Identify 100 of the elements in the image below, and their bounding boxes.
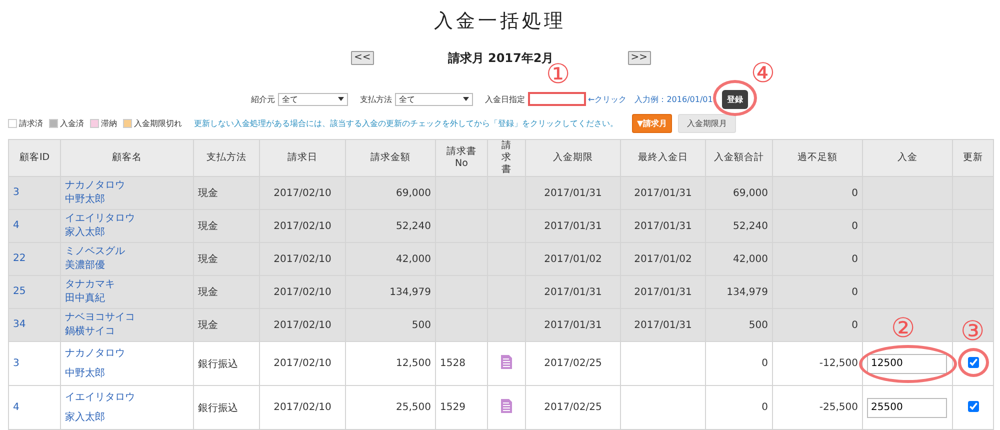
column-header: 過不足額 xyxy=(798,152,838,163)
customer-name-link[interactable]: 家入太郎 xyxy=(65,408,189,428)
column-header: 顧客ID xyxy=(19,152,50,163)
payment-method-text: 現金 xyxy=(198,221,218,232)
balance-text: 0 xyxy=(852,220,858,232)
customer-name-link[interactable]: 中野太郎 xyxy=(65,364,189,384)
payment-date-field[interactable] xyxy=(528,92,586,106)
annotation-number: ③ xyxy=(960,318,985,344)
due-date-text: 2017/01/02 xyxy=(544,254,602,264)
billing-date-text: 2017/02/10 xyxy=(274,402,332,413)
referrer-select[interactable]: 全て xyxy=(278,92,348,106)
customer-kana-link[interactable]: ナカノタロウ xyxy=(65,344,189,364)
customer-name-link[interactable]: 鍋横サイコ xyxy=(65,325,189,339)
billing-date-text: 2017/02/10 xyxy=(274,320,332,330)
billing-date-text: 2017/02/10 xyxy=(274,220,332,232)
billing-amount-text: 134,979 xyxy=(390,286,431,298)
previous-month-button[interactable]: << xyxy=(351,51,374,65)
billing-date-text: 2017/02/10 xyxy=(274,286,332,298)
customer-kana-link[interactable]: ナカノタロウ xyxy=(65,179,189,193)
column-header: 顧客名 xyxy=(112,152,142,163)
payment-method-text: 銀行振込 xyxy=(198,402,238,414)
billing-date-text: 2017/02/10 xyxy=(274,358,332,369)
billing-amount-text: 25,500 xyxy=(396,402,431,413)
due-date-text: 2017/01/31 xyxy=(544,286,602,298)
due-date-text: 2017/01/31 xyxy=(544,320,602,330)
due-date-text: 2017/02/25 xyxy=(544,358,602,369)
customer-name-link[interactable]: 美濃部優 xyxy=(65,259,189,273)
column-header: 入金額合計 xyxy=(714,152,764,163)
billing-date-text: 2017/02/10 xyxy=(274,254,332,264)
paid-total-text: 500 xyxy=(748,320,768,330)
paid-total-text: 52,240 xyxy=(733,220,768,232)
invoice-number-text: 1528 xyxy=(440,358,466,369)
billing-amount-text: 42,000 xyxy=(396,254,431,264)
dropdown-caret-icon xyxy=(338,97,344,101)
column-header: 最終入金日 xyxy=(638,152,688,163)
customer-kana-link[interactable]: イエイリタロウ xyxy=(65,388,189,408)
last-payment-date-text: 2017/01/31 xyxy=(634,286,692,298)
billing-amount-text: 52,240 xyxy=(396,220,431,232)
legend-label: 滞納 xyxy=(101,118,117,128)
column-header: 請求金額 xyxy=(370,152,410,163)
column-header: 支払方法 xyxy=(206,152,246,163)
payment-method-text: 現金 xyxy=(198,254,218,265)
payment-method-select[interactable]: 全て xyxy=(395,92,473,106)
billing-month-label: 請求月 2017年2月 xyxy=(446,50,554,64)
column-header: 請求書 No xyxy=(446,146,476,169)
billing-amount-text: 500 xyxy=(412,320,431,330)
column-header: 入金 xyxy=(898,152,918,163)
filter-label: 支払方法 xyxy=(360,94,392,104)
invoice-number-text: 1529 xyxy=(440,402,466,413)
instruction-text: 更新しない入金処理がある場合には、該当する入金の更新のチェックを外してから「登録」をクリックしてください。 xyxy=(194,118,618,128)
last-payment-date-text: 2017/01/31 xyxy=(634,188,692,198)
sort-tab[interactable]: 入金期限月 xyxy=(678,114,736,132)
customer-name-link[interactable]: 家入太郎 xyxy=(65,226,189,240)
balance-text: 0 xyxy=(852,286,858,298)
customer-kana-link[interactable]: タナカマキ xyxy=(65,278,189,292)
last-payment-date-text: 2017/01/31 xyxy=(634,220,692,232)
customer-kana-link[interactable]: ミノベスグル xyxy=(65,245,189,259)
document-icon[interactable] xyxy=(501,399,512,413)
column-header: 更新 xyxy=(963,152,983,163)
click-hint-link[interactable]: ←クリック xyxy=(588,94,627,104)
payment-amount-field[interactable]: 25500 xyxy=(867,398,947,418)
paid-total-text: 69,000 xyxy=(733,188,768,198)
next-month-button[interactable]: >> xyxy=(628,51,651,65)
paid-total-text: 42,000 xyxy=(733,254,768,264)
due-date-text: 2017/01/31 xyxy=(544,220,602,232)
customer-kana-link[interactable]: ナベヨコサイコ xyxy=(65,311,189,325)
register-button[interactable]: 登録 xyxy=(722,90,748,108)
balance-text: -25,500 xyxy=(819,402,858,413)
payment-amount-field[interactable]: 12500 xyxy=(867,354,947,374)
customer-name-link[interactable]: 田中真紀 xyxy=(65,292,189,306)
billing-amount-text: 69,000 xyxy=(396,188,431,198)
input-example-text: 入力例：2016/01/01 xyxy=(634,94,713,104)
balance-text: 0 xyxy=(852,188,858,198)
customer-kana-link[interactable]: イエイリタロウ xyxy=(65,212,189,226)
document-icon[interactable] xyxy=(501,355,512,369)
legend-label: 入金期限切れ xyxy=(134,118,182,128)
legend-label: 請求済 xyxy=(19,118,43,128)
paid-total-text: 0 xyxy=(762,402,768,413)
payment-method-text: 銀行振込 xyxy=(198,358,238,370)
column-header: 入金期限 xyxy=(553,152,593,163)
payment-method-text: 現金 xyxy=(198,188,218,199)
page-title: 入金一括処理 xyxy=(433,9,567,34)
balance-text: 0 xyxy=(852,254,858,264)
update-checkbox[interactable] xyxy=(968,356,978,368)
annotation-number: ② xyxy=(891,314,916,342)
payment-method-text: 現金 xyxy=(198,320,218,331)
annotation-circle xyxy=(958,348,988,376)
billing-amount-text: 12,500 xyxy=(396,358,431,369)
balance-text: -12,500 xyxy=(819,358,858,369)
column-header: 請求書 xyxy=(500,140,512,176)
billing-date-text: 2017/02/10 xyxy=(274,188,332,198)
filter-label: 紹介元 xyxy=(251,94,275,104)
paid-total-text: 134,979 xyxy=(726,286,768,298)
payment-method-text: 現金 xyxy=(198,287,218,298)
update-checkbox[interactable] xyxy=(968,400,978,412)
customer-name-link[interactable]: 中野太郎 xyxy=(65,193,189,207)
due-date-text: 2017/02/25 xyxy=(544,402,602,413)
sort-tab[interactable]: ▼請求月 xyxy=(632,114,672,132)
balance-text: 0 xyxy=(852,320,858,330)
paid-total-text: 0 xyxy=(762,358,768,369)
